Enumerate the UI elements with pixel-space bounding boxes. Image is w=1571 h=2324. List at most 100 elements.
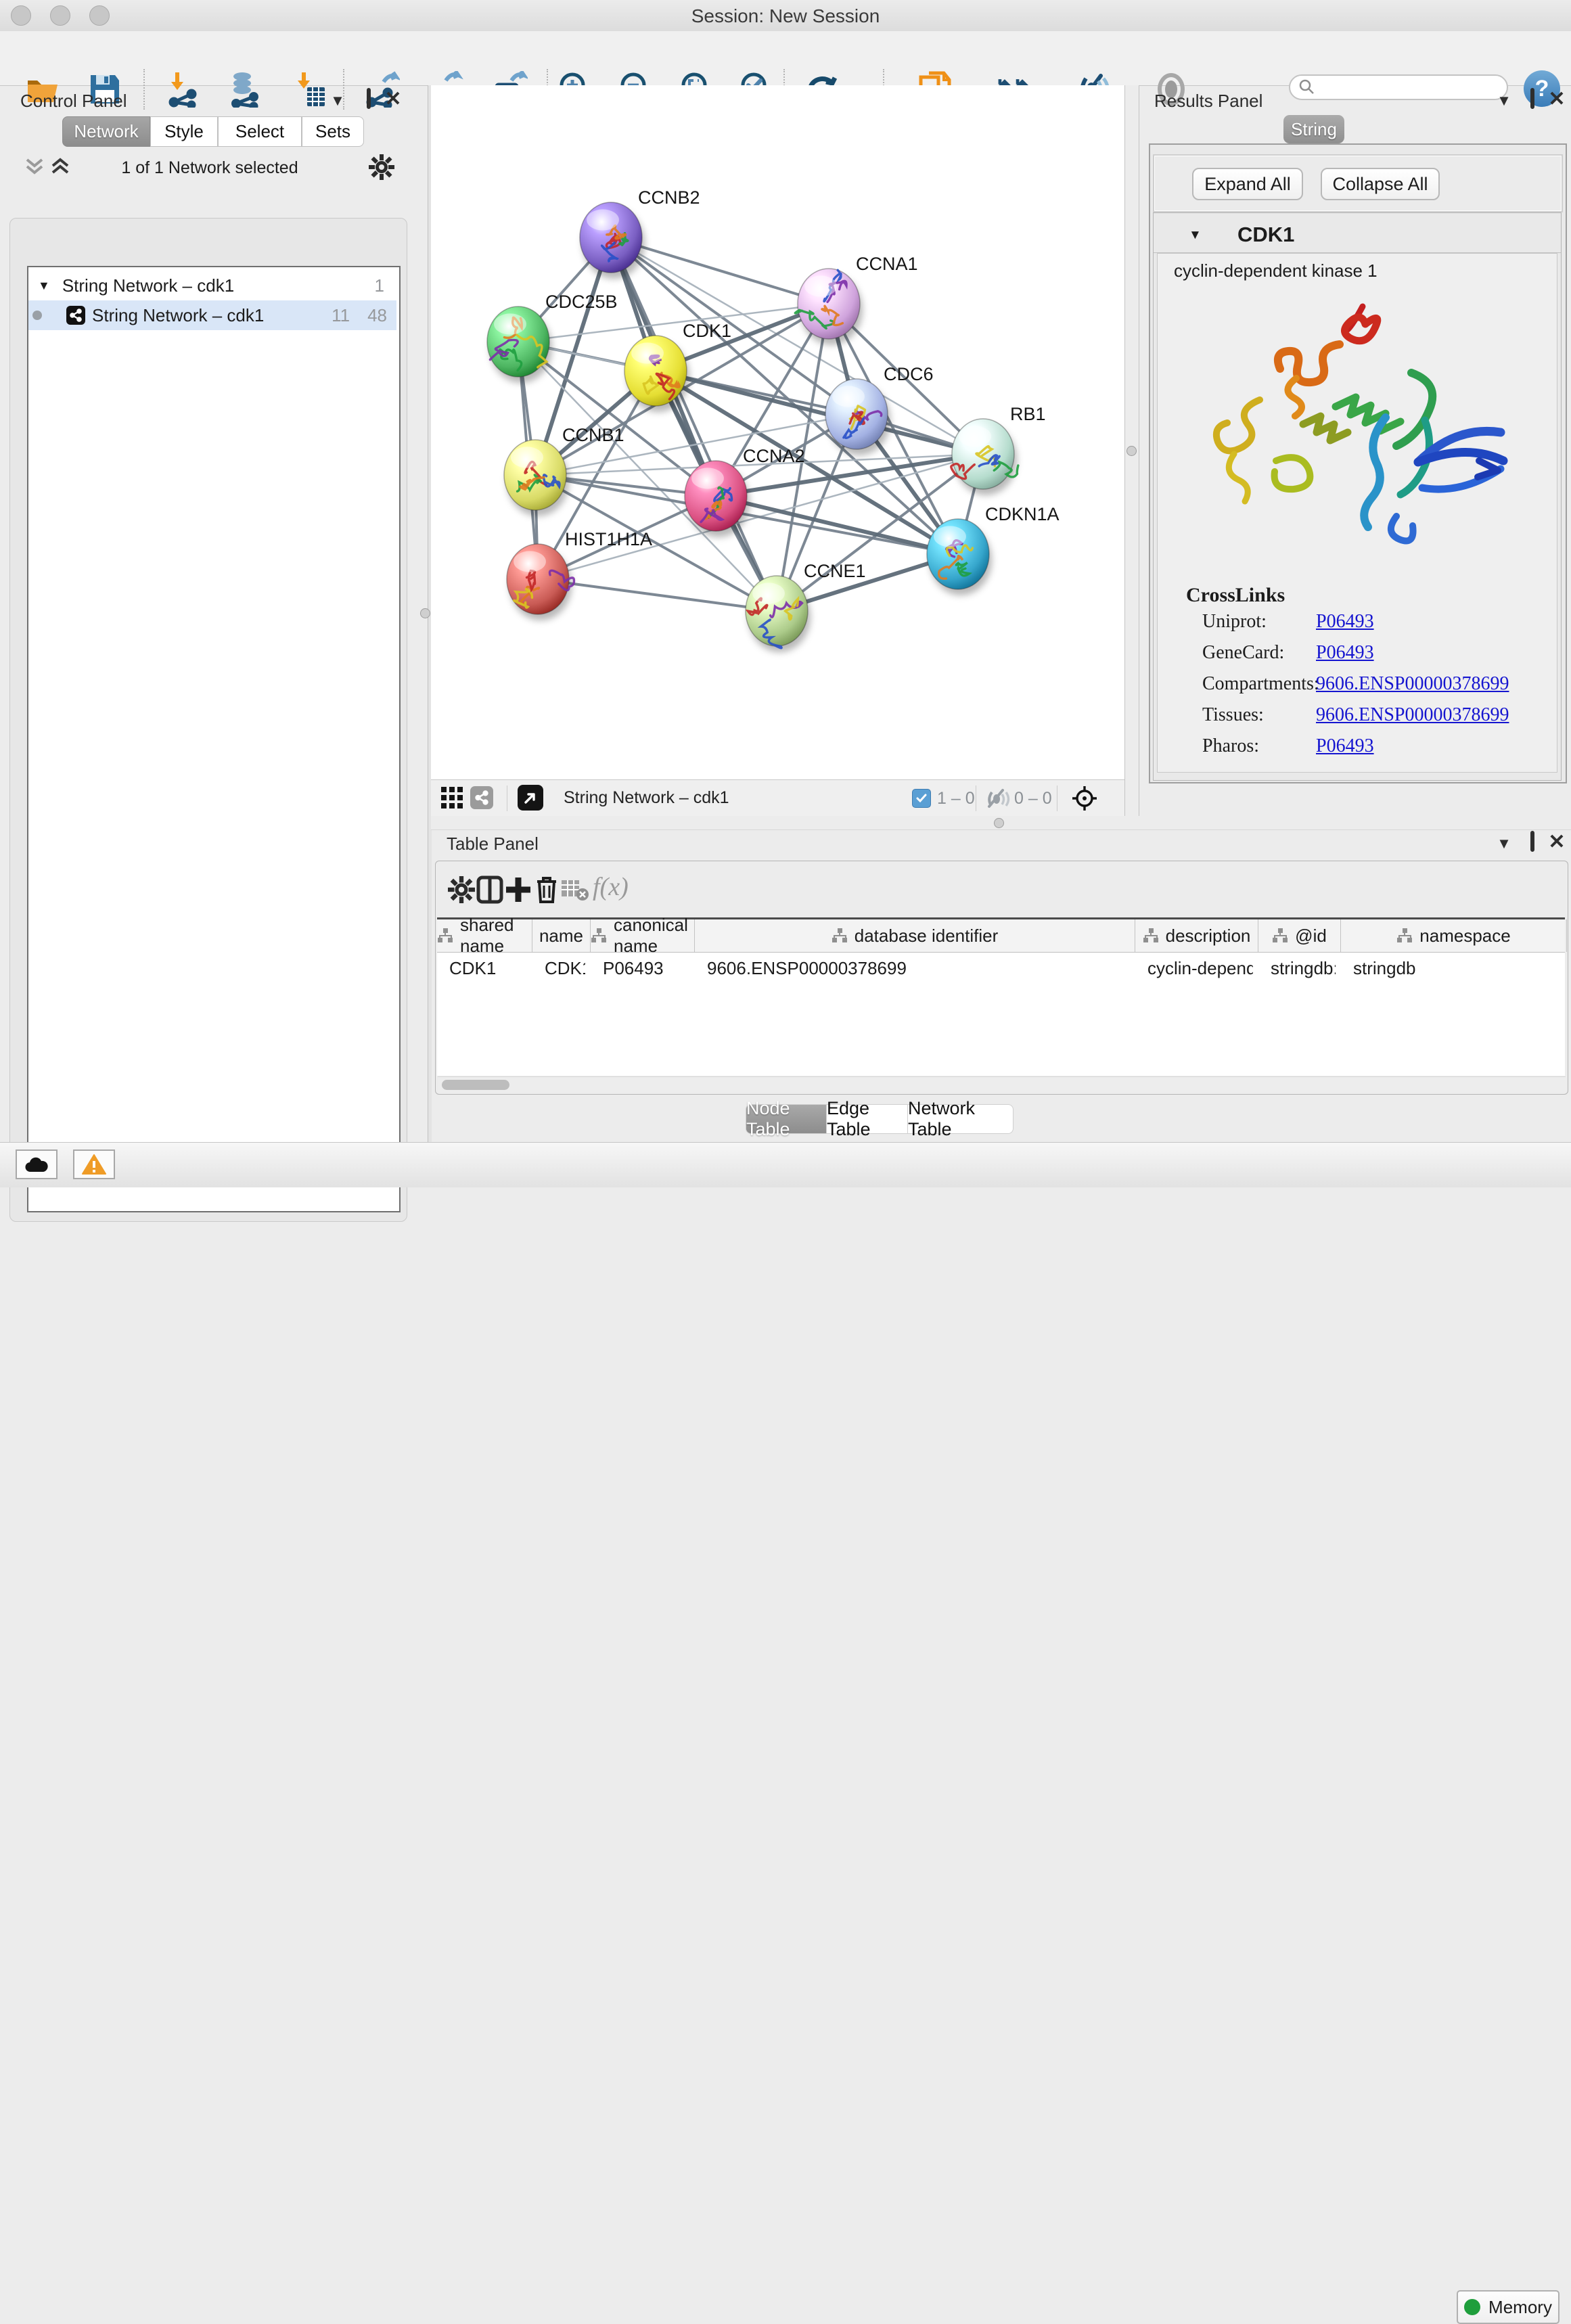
window-title: Session: New Session (0, 5, 1571, 27)
network-options-gear-icon[interactable] (369, 154, 394, 180)
tab-network-table[interactable]: Network Table (907, 1104, 1014, 1134)
hierarchy-icon (591, 928, 607, 943)
network-list: ▼ String Network – cdk1 1 String Network… (27, 266, 401, 1212)
node-CDK1[interactable]: CDK1 (624, 321, 731, 412)
hierarchy-icon (1272, 928, 1288, 943)
panel-close-icon[interactable]: ✕ (1545, 91, 1568, 111)
table-panel-title: Table Panel (447, 834, 539, 855)
tab-style[interactable]: Style (150, 116, 218, 147)
cloud-icon (24, 1156, 49, 1173)
expand-all-icon[interactable] (50, 157, 70, 176)
right-splitter[interactable] (1124, 85, 1139, 829)
node-label-CCNB1: CCNB1 (562, 425, 624, 445)
crosslink-link[interactable]: P06493 (1316, 735, 1374, 757)
delete-column-trash-icon[interactable] (533, 875, 560, 905)
tab-network[interactable]: Network (62, 116, 150, 147)
horizontal-splitter-grip[interactable] (994, 818, 1004, 828)
network-collection-row[interactable]: ▼ String Network – cdk1 1 (28, 271, 396, 300)
warning-button[interactable] (73, 1149, 115, 1179)
grid-view-icon[interactable] (441, 787, 464, 810)
column-pane-icon[interactable] (475, 875, 505, 905)
control-panel-title: Control Panel (20, 91, 127, 112)
control-panel: Control Panel ▼ ✕ NetworkStyleSelectSets… (0, 85, 428, 1142)
panel-menu-icon[interactable]: ▼ (1493, 834, 1516, 854)
table-hscrollbar[interactable] (438, 1076, 1566, 1093)
results-panel-title: Results Panel (1154, 91, 1262, 112)
network-style-icon[interactable] (470, 786, 493, 809)
node-RB1[interactable]: RB1 (951, 404, 1046, 495)
column-header-database-identifier[interactable]: database identifier (695, 919, 1135, 952)
table-cell[interactable]: P06493 (603, 958, 689, 979)
birdseye-view-icon[interactable] (518, 785, 543, 811)
panel-close-icon[interactable]: ✕ (1545, 834, 1568, 854)
network-type-icon (66, 306, 85, 325)
node-label-CDKN1A: CDKN1A (985, 504, 1060, 524)
column-header-namespace[interactable]: namespace (1341, 919, 1567, 952)
table-cell[interactable]: stringdb (1353, 958, 1562, 979)
node-HIST1H1A[interactable]: HIST1H1A (507, 529, 652, 620)
node-label-HIST1H1A: HIST1H1A (565, 529, 652, 549)
column-header-description[interactable]: description (1135, 919, 1258, 952)
memory-label: Memory (1488, 2297, 1552, 2318)
collapse-all-button[interactable]: Collapse All (1321, 168, 1440, 200)
table-hscrollbar-thumb[interactable] (442, 1080, 509, 1090)
fit-selected-crosshair-icon[interactable] (1071, 785, 1098, 812)
tab-string[interactable]: String (1283, 115, 1344, 143)
hierarchy-icon (437, 928, 453, 943)
current-network-dot-icon (32, 311, 42, 320)
panel-close-icon[interactable]: ✕ (382, 91, 405, 111)
column-header--id[interactable]: @id (1258, 919, 1341, 952)
expand-all-button[interactable]: Expand All (1192, 168, 1303, 200)
table-cell[interactable]: CDK1 (449, 958, 527, 979)
panel-float-icon[interactable] (1521, 831, 1544, 852)
table-cell[interactable]: CDK1 (545, 958, 585, 979)
add-column-icon[interactable] (503, 875, 533, 905)
panel-float-icon[interactable] (1521, 89, 1544, 109)
table-cell[interactable]: stringdb:9... (1271, 958, 1336, 979)
node-CDKN1A[interactable]: CDKN1A (927, 504, 1060, 595)
crosslink-link[interactable]: 9606.ENSP00000378699 (1316, 673, 1509, 695)
crosslink-label: Tissues: (1202, 704, 1264, 726)
crosslink-link[interactable]: P06493 (1316, 611, 1374, 633)
collapse-all-icon[interactable] (24, 157, 45, 176)
table-body: CDK1 CDK1 P06493 9606.ENSP00000378699 cyclin… (437, 953, 1565, 1076)
column-label: canonical name (614, 915, 694, 957)
tab-select[interactable]: Select (218, 116, 302, 147)
node-label-CCNE1: CCNE1 (804, 561, 866, 581)
table-cell[interactable]: cyclin-dependent ... (1147, 958, 1253, 979)
column-header-shared-name[interactable]: shared name (437, 919, 532, 952)
hidden-eye-icon[interactable] (986, 788, 1010, 808)
node-CDC6[interactable]: CDC6 (825, 364, 934, 455)
node-CCNB1[interactable]: CCNB1 (504, 425, 624, 516)
crosslink-link[interactable]: 9606.ENSP00000378699 (1316, 704, 1509, 726)
column-header-name[interactable]: name (532, 919, 591, 952)
network-row[interactable]: String Network – cdk1 11 48 (28, 300, 396, 330)
tree-expand-icon[interactable]: ▼ (38, 279, 50, 293)
panel-menu-icon[interactable]: ▼ (326, 91, 349, 111)
node-label-CCNA1: CCNA1 (856, 254, 918, 274)
panel-float-icon[interactable] (357, 89, 380, 109)
gene-description: cyclin-dependent kinase 1 (1174, 260, 1378, 281)
memory-status-icon (1464, 2299, 1480, 2315)
delete-table-icon[interactable] (560, 878, 590, 902)
column-header-canonical-name[interactable]: canonical name (591, 919, 695, 952)
memory-button[interactable]: Memory (1457, 2290, 1559, 2324)
section-collapse-icon[interactable]: ▼ (1189, 228, 1202, 243)
network-canvas[interactable]: CCNB2CCNA1CDC25BCDK1CDC6RB1CCNB1CCNA2CDK… (431, 85, 1124, 779)
function-builder-icon[interactable]: f(x) (593, 872, 629, 902)
tab-node-table[interactable]: Node Table (746, 1104, 827, 1134)
right-splitter-grip[interactable] (1126, 446, 1137, 456)
crosslink-link[interactable]: P06493 (1316, 642, 1374, 664)
selected-checkbox-icon[interactable] (912, 789, 931, 808)
node-label-CDC25B: CDC25B (545, 292, 618, 312)
panel-menu-icon[interactable]: ▼ (1493, 91, 1516, 111)
tab-edge-table[interactable]: Edge Table (826, 1104, 908, 1134)
node-CCNE1[interactable]: CCNE1 (746, 561, 866, 652)
column-label: description (1166, 926, 1251, 947)
tab-sets[interactable]: Sets (302, 116, 364, 147)
table-cell[interactable]: 9606.ENSP00000378699 (707, 958, 1130, 979)
hierarchy-icon (1396, 928, 1413, 943)
table-settings-gear-icon[interactable] (448, 876, 475, 903)
cloud-button[interactable] (16, 1149, 58, 1179)
left-splitter-grip[interactable] (420, 608, 430, 618)
